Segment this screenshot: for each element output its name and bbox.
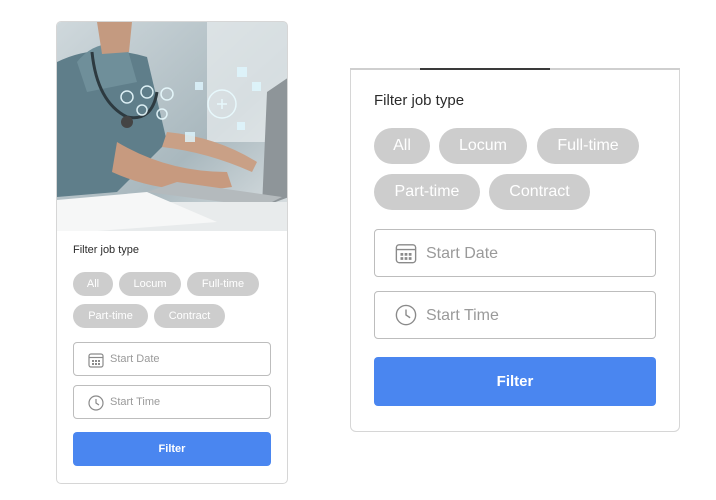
clock-icon [395, 304, 417, 326]
start-date-field[interactable]: Start Date [73, 342, 271, 376]
calendar-icon [395, 244, 417, 264]
filter-card-small: Filter job type All Locum Full-time Part… [56, 21, 288, 484]
chip-all[interactable]: All [73, 272, 113, 296]
start-date-field[interactable]: Start Date [374, 229, 656, 277]
start-time-placeholder: Start Time [426, 307, 499, 324]
chip-full-time[interactable]: Full-time [537, 128, 639, 164]
filter-button[interactable]: Filter [374, 357, 656, 406]
start-date-placeholder: Start Date [110, 353, 160, 365]
filter-button[interactable]: Filter [73, 432, 271, 466]
filter-title: Filter job type [73, 244, 140, 256]
filter-card-large: Filter job type All Locum Full-time Part… [350, 70, 680, 432]
chip-locum[interactable]: Locum [119, 272, 181, 296]
chip-full-time[interactable]: Full-time [187, 272, 259, 296]
start-time-field[interactable]: Start Time [73, 385, 271, 419]
chip-part-time[interactable]: Part-time [73, 304, 148, 328]
calendar-icon [88, 353, 104, 368]
chip-contract[interactable]: Contract [154, 304, 225, 328]
start-time-field[interactable]: Start Time [374, 291, 656, 339]
hero-image [57, 22, 287, 231]
chip-part-time[interactable]: Part-time [374, 174, 480, 210]
filter-title: Filter job type [374, 92, 465, 109]
chip-all[interactable]: All [374, 128, 430, 164]
chip-contract[interactable]: Contract [489, 174, 590, 210]
start-date-placeholder: Start Date [426, 245, 499, 262]
start-time-placeholder: Start Time [110, 396, 161, 408]
clock-icon [88, 395, 104, 411]
chip-locum[interactable]: Locum [439, 128, 527, 164]
